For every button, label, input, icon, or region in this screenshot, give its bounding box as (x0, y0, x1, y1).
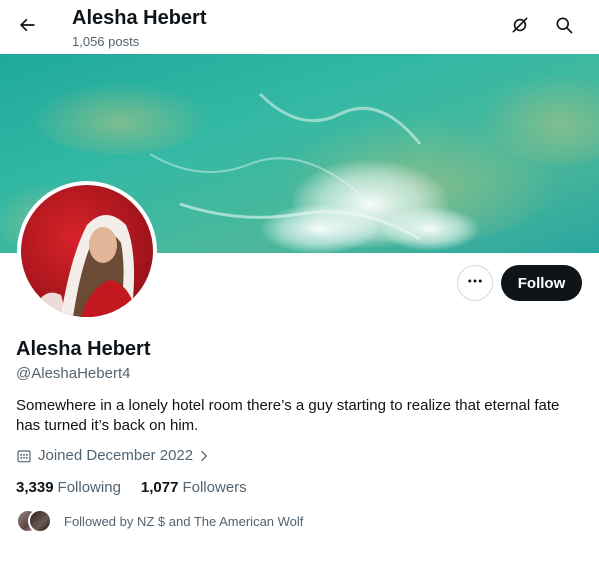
header-title: Alesha Hebert (72, 7, 207, 29)
followed-by-avatars (16, 509, 54, 533)
profile-avatar[interactable] (17, 181, 157, 321)
joined-text: Joined December 2022 (38, 447, 194, 464)
following-link[interactable]: 3,339 Following (16, 479, 121, 496)
follower-avatar (28, 509, 52, 533)
follow-button[interactable]: Follow (501, 265, 582, 301)
calendar-icon (16, 448, 32, 464)
more-options-button[interactable] (457, 265, 493, 301)
grok-icon (510, 15, 530, 40)
post-count: 1,056 posts (72, 34, 140, 49)
chevron-right-icon (197, 449, 211, 463)
profile-bio: Somewhere in a lonely hotel room there’s… (16, 397, 560, 434)
back-button[interactable] (10, 10, 44, 44)
avatar-image (21, 185, 153, 317)
grok-button[interactable] (503, 10, 537, 44)
followed-by-text: Followed by NZ $ and The American Wolf (64, 513, 304, 529)
search-button[interactable] (547, 10, 581, 44)
follow-stats: 3,339 Following 1,077 Followers (16, 479, 267, 496)
arrow-left-icon (17, 15, 37, 40)
followed-by[interactable]: Followed by NZ $ and The American Wolf (16, 509, 303, 533)
followers-count: 1,077 (140, 479, 179, 496)
profile-handle: @AleshaHebert4 (16, 365, 131, 382)
following-count: 3,339 (16, 479, 54, 496)
profile-name: Alesha Hebert (16, 338, 151, 360)
profile-header-bar: Alesha Hebert 1,056 posts (0, 0, 599, 54)
more-horizontal-icon (466, 272, 484, 295)
followers-label: Followers (182, 479, 247, 496)
followers-link[interactable]: 1,077 Followers (141, 479, 247, 496)
joined-date[interactable]: Joined December 2022 (16, 447, 211, 464)
search-icon (554, 15, 574, 40)
following-label: Following (57, 479, 121, 496)
